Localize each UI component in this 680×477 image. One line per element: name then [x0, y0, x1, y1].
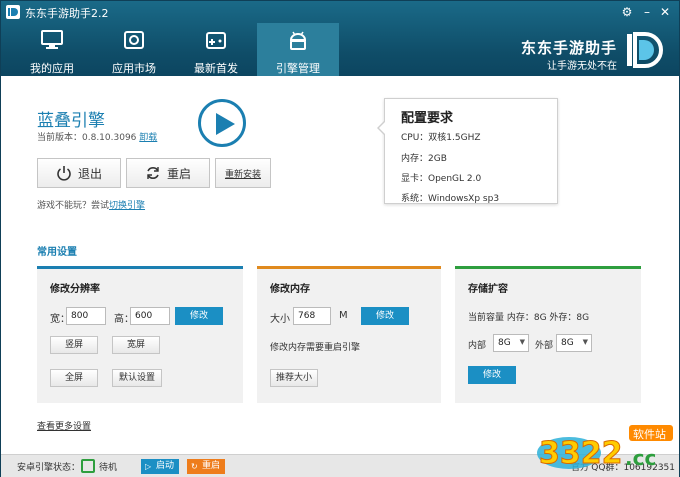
exit-label: 退出	[77, 166, 102, 181]
panel-accent-bar	[257, 266, 441, 269]
storage-title: 存储扩容	[468, 284, 508, 295]
power-icon	[57, 166, 71, 181]
tab-my-apps[interactable]: 我的应用	[11, 23, 93, 76]
panel-accent-bar	[455, 266, 641, 269]
chevron-down-icon: ▼	[582, 338, 588, 346]
tab-app-market[interactable]: 应用市场	[93, 23, 175, 76]
memory-size-input[interactable]: 768	[293, 307, 331, 325]
resolution-panel: 修改分辨率 宽： 800 高： 600 修改 竖屏 宽屏 全屏 默认设置	[37, 266, 243, 403]
config-gpu: 显卡：OpenGL 2.0	[401, 174, 482, 184]
monitor-icon	[41, 30, 63, 49]
memory-unit: M	[339, 310, 348, 321]
resolution-apply-button[interactable]: 修改	[175, 307, 223, 325]
chevron-down-icon: ▼	[519, 338, 525, 346]
store-icon	[124, 31, 144, 49]
play-icon	[216, 113, 235, 135]
engine-version: 当前版本：0.8.10.3096 卸载	[37, 130, 157, 143]
play-small-icon: ▷	[145, 462, 152, 471]
hint-text: 游戏不能玩？尝试	[37, 201, 110, 211]
svg-text:.cc: .cc	[625, 446, 656, 470]
memory-panel: 修改内存 大小 768 M 修改 修改内存需要重启引擎 推荐大小	[257, 266, 441, 403]
storage-panel: 存储扩容 当前容量 内存：8G 外存：8G 内部 8G ▼ 外部 8G ▼ 修改	[455, 266, 641, 403]
landscape-button[interactable]: 宽屏	[112, 336, 160, 354]
restart-button[interactable]: 重启	[126, 158, 210, 188]
version-label: 当前版本：0.8.10.3096	[37, 133, 137, 143]
start-engine-button[interactable]	[198, 99, 246, 147]
internal-storage-value: 8G	[498, 338, 511, 348]
status-restart-label: 重启	[202, 461, 221, 471]
main-nav: 我的应用 应用市场 最新首发 引擎管理	[11, 23, 339, 76]
phone-icon	[81, 459, 95, 473]
refresh-icon	[147, 167, 159, 179]
minimize-icon[interactable]: –	[639, 4, 655, 20]
memory-size-label: 大小	[270, 314, 290, 325]
resolution-title: 修改分辨率	[50, 284, 100, 295]
brand-name: 东东手游助手	[520, 39, 617, 57]
header: 东东手游助手2.2 ⚙ – ✕ 我的应用 应用市场 最新首发 引擎管理 东东手游…	[1, 1, 679, 76]
tab-label: 引擎管理	[276, 62, 320, 75]
common-settings-title: 常用设置	[37, 247, 77, 258]
tab-label: 最新首发	[194, 62, 238, 75]
svg-text:3322: 3322	[539, 436, 623, 471]
panel-accent-bar	[37, 266, 243, 269]
app-window: 东东手游助手2.2 ⚙ – ✕ 我的应用 应用市场 最新首发 引擎管理 东东手游…	[0, 0, 680, 477]
restart-label: 重启	[166, 166, 191, 181]
config-requirements-tooltip: 配置要求 CPU：双核1.5GHZ 内存：2GB 显卡：OpenGL 2.0 系…	[377, 98, 558, 204]
watermark-3322-icon: 3322 .cc 软件站	[537, 425, 673, 472]
switch-engine-hint: 游戏不能玩？尝试切换引擎	[37, 198, 145, 211]
config-cpu: CPU：双核1.5GHZ	[401, 133, 481, 143]
android-icon	[289, 31, 307, 50]
exit-button[interactable]: 退出	[37, 158, 121, 188]
height-input[interactable]: 600	[130, 307, 170, 325]
config-os: 系统：WindowsXp sp3	[401, 194, 500, 204]
external-label: 外部	[535, 341, 554, 351]
fullscreen-button[interactable]: 全屏	[50, 369, 98, 387]
status-start-label: 启动	[156, 461, 175, 471]
width-input[interactable]: 800	[66, 307, 106, 325]
memory-restart-note: 修改内存需要重启引擎	[270, 343, 361, 353]
switch-engine-link[interactable]: 切换引擎	[109, 201, 145, 211]
svg-text:软件站: 软件站	[633, 427, 666, 441]
engine-management-page: 蓝叠引擎 当前版本：0.8.10.3096 卸载 退出 重启 重新安装 游戏不能…	[1, 76, 679, 454]
watermark-logo: 3322 .cc 软件站	[529, 419, 677, 475]
status-restart-button[interactable]: ↻ 重启	[187, 459, 225, 474]
gamepad-icon	[206, 32, 226, 49]
brand: 东东手游助手 让手游无处不在	[467, 23, 667, 76]
app-title: 东东手游助手2.2	[25, 7, 109, 20]
portrait-button[interactable]: 竖屏	[50, 336, 98, 354]
status-start-button[interactable]: ▷ 启动	[141, 459, 179, 474]
tab-label: 我的应用	[30, 62, 74, 75]
memory-title: 修改内存	[270, 284, 310, 295]
config-memory: 内存：2GB	[401, 154, 447, 164]
default-settings-button[interactable]: 默认设置	[112, 369, 162, 387]
internal-storage-select[interactable]: 8G ▼	[493, 334, 529, 352]
dd-logo-icon	[627, 32, 663, 68]
settings-gear-icon[interactable]: ⚙	[619, 4, 635, 20]
internal-label: 内部	[468, 341, 487, 351]
engine-status-label: 安卓引擎状态：	[17, 463, 81, 473]
close-icon[interactable]: ✕	[657, 4, 673, 20]
brand-slogan: 让手游无处不在	[547, 61, 617, 72]
recommended-size-button[interactable]: 推荐大小	[270, 369, 318, 387]
engine-state: 待机	[99, 463, 118, 473]
tab-engine-management[interactable]: 引擎管理	[257, 23, 339, 76]
external-storage-select[interactable]: 8G ▼	[556, 334, 592, 352]
more-settings-link[interactable]: 查看更多设置	[37, 419, 91, 432]
uninstall-link[interactable]: 卸载	[139, 133, 157, 143]
tab-new-releases[interactable]: 最新首发	[175, 23, 257, 76]
config-title: 配置要求	[401, 111, 454, 126]
memory-apply-button[interactable]: 修改	[361, 307, 409, 325]
reinstall-button[interactable]: 重新安装	[215, 158, 271, 188]
title-bar: 东东手游助手2.2 ⚙ – ✕	[1, 1, 679, 23]
refresh-small-icon: ↻	[191, 462, 198, 471]
tab-label: 应用市场	[112, 62, 156, 75]
engine-name: 蓝叠引擎	[37, 111, 105, 131]
current-capacity: 当前容量 内存：8G 外存：8G	[468, 313, 590, 323]
app-logo-icon	[6, 5, 20, 19]
external-storage-value: 8G	[561, 338, 574, 348]
storage-apply-button[interactable]: 修改	[468, 366, 516, 384]
